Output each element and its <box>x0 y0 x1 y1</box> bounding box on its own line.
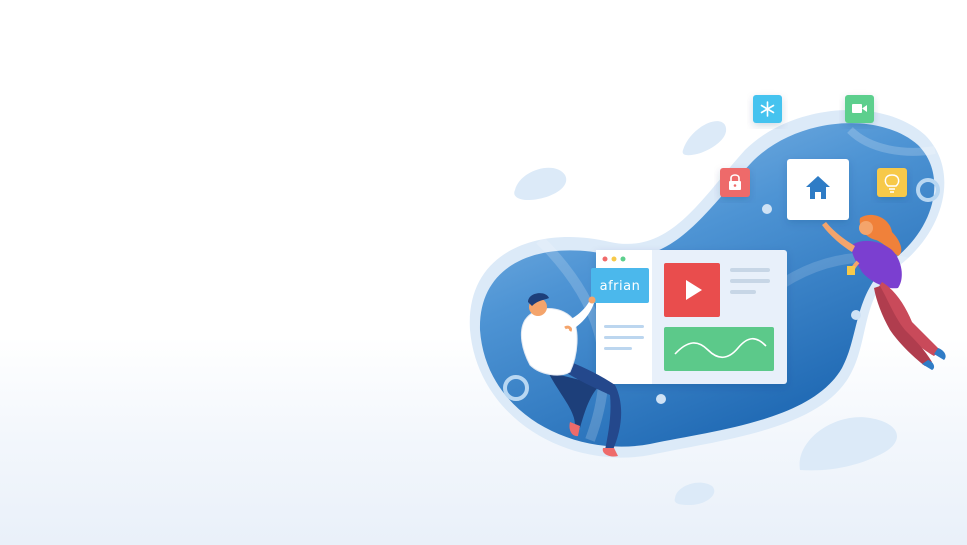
wave-chart-card <box>664 327 774 371</box>
video-card <box>664 263 720 317</box>
window-minimize-dot <box>611 256 617 262</box>
snowflake-tile <box>753 95 782 123</box>
window-maximize-dot <box>620 256 626 262</box>
video-camera-tile <box>845 95 874 123</box>
window-close-dot <box>602 256 608 262</box>
hero-illustration: afrian <box>469 95 946 505</box>
lock-tile <box>720 168 750 197</box>
brand-label: afrian <box>600 279 641 294</box>
home-tile <box>787 159 849 220</box>
brand-badge: afrian <box>591 268 649 303</box>
lightbulb-tile <box>877 168 907 197</box>
